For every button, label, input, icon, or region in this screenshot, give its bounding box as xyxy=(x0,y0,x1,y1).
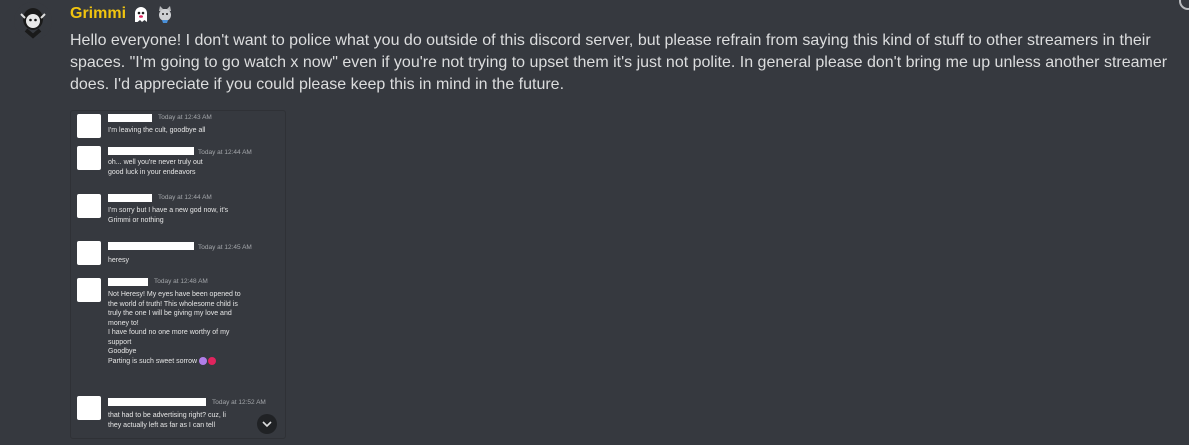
redacted-name xyxy=(108,147,194,155)
redacted-avatar xyxy=(77,278,101,302)
message-content: Hello everyone! I don't want to police w… xyxy=(70,32,1168,93)
redacted-avatar xyxy=(77,396,101,420)
redacted-avatar xyxy=(77,241,101,265)
redacted-avatar xyxy=(77,146,101,170)
scroll-down-button[interactable] xyxy=(257,414,277,434)
redacted-name xyxy=(108,278,148,286)
redacted-name xyxy=(108,242,194,250)
red-heart-icon xyxy=(208,356,217,365)
timestamp: Today at 12:45 AM xyxy=(198,244,252,251)
message-text: that had to be advertising right? cuz, l… xyxy=(108,412,226,429)
timestamp: Today at 12:44 AM xyxy=(198,149,252,156)
username[interactable]: Grimmi xyxy=(70,5,126,23)
timestamp: Today at 12:43 AM xyxy=(158,114,212,121)
redacted-name xyxy=(108,194,152,202)
redacted-avatar xyxy=(77,114,101,138)
timestamp: Today at 12:48 AM xyxy=(154,278,208,285)
redacted-avatar xyxy=(77,194,101,218)
avatar-image xyxy=(14,2,52,40)
image-attachment[interactable]: Today at 12:43 AM I'm leaving the cult, … xyxy=(70,110,286,439)
message-text: I'm leaving the cult, goodbye all xyxy=(108,127,206,134)
redacted-name xyxy=(108,114,152,122)
message-text: heresy xyxy=(108,257,130,264)
user-avatar[interactable] xyxy=(14,2,52,40)
chevron-down-icon xyxy=(262,420,272,427)
purple-heart-icon xyxy=(199,356,208,365)
ghost-icon xyxy=(132,5,150,23)
timestamp: Today at 12:52 AM xyxy=(212,399,266,406)
cat-icon xyxy=(156,5,174,23)
timestamp: Today at 12:44 AM xyxy=(158,194,212,201)
hearts-emoji xyxy=(199,356,217,365)
redacted-name xyxy=(108,398,206,406)
more-options-icon[interactable] xyxy=(1179,0,1189,10)
message-text: Not Heresy! My eyes have been opened to … xyxy=(108,291,241,365)
message-text: I'm sorry but I have a new god now, it's… xyxy=(108,207,229,224)
message-text: oh... well you're never truly out good l… xyxy=(108,159,203,176)
message-header: Grimmi xyxy=(70,3,174,25)
